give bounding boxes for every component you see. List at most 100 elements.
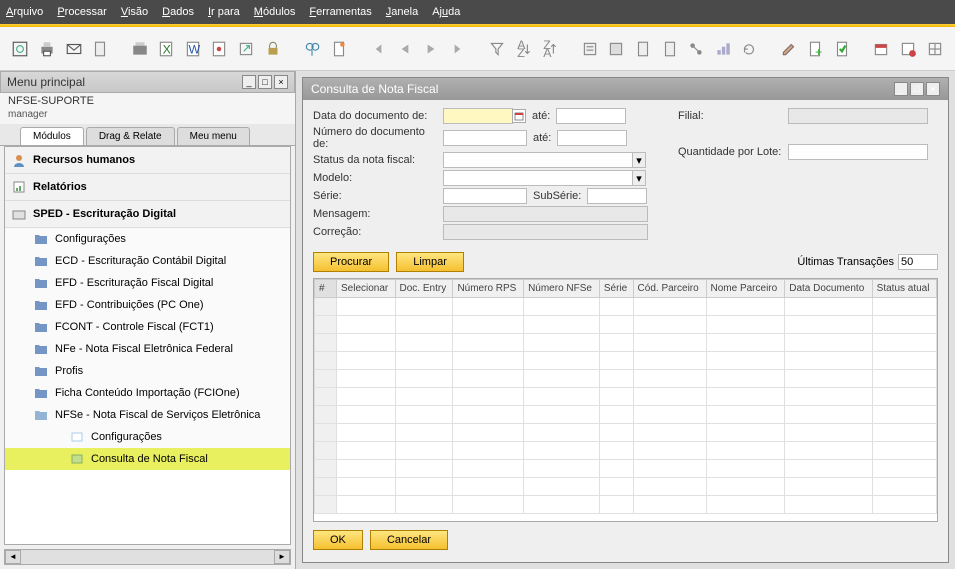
tree-ecd[interactable]: ECD - Escrituração Contábil Digital [5, 250, 290, 272]
table-row[interactable] [315, 370, 937, 388]
launch-icon[interactable] [236, 37, 257, 61]
alert-icon[interactable] [898, 37, 919, 61]
sort-za-icon[interactable]: ZA [540, 37, 561, 61]
minimize-btn[interactable]: _ [242, 75, 256, 89]
input-modelo[interactable] [443, 170, 633, 186]
table-row[interactable] [315, 316, 937, 334]
col-nome-parceiro[interactable]: Nome Parceiro [706, 280, 785, 298]
col-rownum[interactable]: # [315, 280, 337, 298]
first-icon[interactable] [368, 37, 389, 61]
list-icon[interactable] [606, 37, 627, 61]
results-table[interactable]: # Selecionar Doc. Entry Número RPS Númer… [313, 278, 938, 522]
check-doc-icon[interactable] [832, 37, 853, 61]
lock-icon[interactable] [262, 37, 283, 61]
refresh-icon[interactable] [739, 37, 760, 61]
ok-button[interactable]: OK [313, 530, 363, 550]
fax-icon[interactable] [129, 37, 150, 61]
scroll-left-icon[interactable]: ◄ [5, 550, 21, 564]
table-row[interactable] [315, 460, 937, 478]
menu-janela[interactable]: Janela [386, 6, 418, 18]
tree-recursos-humanos[interactable]: Recursos humanos [5, 147, 290, 174]
menu-ajuda[interactable]: Ajuda [432, 6, 460, 18]
table-row[interactable] [315, 388, 937, 406]
table-row[interactable] [315, 496, 937, 514]
menu-modulos[interactable]: Módulos [254, 6, 296, 18]
table-row[interactable] [315, 442, 937, 460]
col-numero-rps[interactable]: Número RPS [453, 280, 524, 298]
col-cod-parceiro[interactable]: Cód. Parceiro [633, 280, 706, 298]
chevron-down-icon[interactable]: ▾ [632, 170, 646, 186]
add-doc-icon[interactable]: + [805, 37, 826, 61]
table-row[interactable] [315, 298, 937, 316]
procurar-button[interactable]: Procurar [313, 252, 389, 272]
col-serie[interactable]: Série [599, 280, 633, 298]
tree-nfe[interactable]: NFe - Nota Fiscal Eletrônica Federal [5, 338, 290, 360]
print-icon[interactable] [37, 37, 58, 61]
word-icon[interactable]: W [182, 37, 203, 61]
tree-efd[interactable]: EFD - Escrituração Fiscal Digital [5, 272, 290, 294]
col-status[interactable]: Status atual [872, 280, 936, 298]
maximize-btn[interactable]: □ [258, 75, 272, 89]
table-row[interactable] [315, 424, 937, 442]
relate-icon[interactable] [686, 37, 707, 61]
tree-ficha[interactable]: Ficha Conteúdo Importação (FCIOne) [5, 382, 290, 404]
tree-efd-contrib[interactable]: EFD - Contribuições (PC One) [5, 294, 290, 316]
edit-icon[interactable] [778, 37, 799, 61]
input-status[interactable] [443, 152, 633, 168]
calendar-icon[interactable] [512, 109, 526, 123]
form-icon[interactable] [579, 37, 600, 61]
pdf-icon[interactable] [209, 37, 230, 61]
tree-relatorios[interactable]: Relatórios [5, 174, 290, 201]
tab-meu-menu[interactable]: Meu menu [177, 127, 250, 145]
close-btn[interactable]: × [274, 75, 288, 89]
grid-icon[interactable] [924, 37, 945, 61]
doc-icon[interactable] [90, 37, 111, 61]
tree-fcont[interactable]: FCONT - Controle Fiscal (FCT1) [5, 316, 290, 338]
cal-icon[interactable] [871, 37, 892, 61]
doc2-icon[interactable] [633, 37, 654, 61]
col-selecionar[interactable]: Selecionar [337, 280, 396, 298]
last-icon[interactable] [447, 37, 468, 61]
menu-processar[interactable]: Processar [57, 6, 107, 18]
chart-icon[interactable] [712, 37, 733, 61]
tree-configuracoes[interactable]: Configurações [5, 228, 290, 250]
menu-arquivo[interactable]: Arquivo [6, 6, 43, 18]
menu-irpara[interactable]: Ir para [208, 6, 240, 18]
input-qtd-lote[interactable] [788, 144, 928, 160]
input-serie[interactable] [443, 188, 527, 204]
form-maximize-btn[interactable]: □ [910, 82, 924, 96]
tab-modulos[interactable]: Módulos [20, 127, 84, 145]
prev-icon[interactable] [394, 37, 415, 61]
tree-nfse[interactable]: NFSe - Nota Fiscal de Serviços Eletrônic… [5, 404, 290, 426]
input-data-doc-ate[interactable] [556, 108, 626, 124]
tree-sped[interactable]: SPED - Escrituração Digital [5, 201, 290, 228]
input-ultimas[interactable] [898, 254, 938, 270]
mail-icon[interactable] [63, 37, 84, 61]
table-row[interactable] [315, 406, 937, 424]
tab-drag-relate[interactable]: Drag & Relate [86, 127, 175, 145]
tree-nfse-consulta[interactable]: Consulta de Nota Fiscal [5, 448, 290, 470]
doc3-icon[interactable] [659, 37, 680, 61]
menu-dados[interactable]: Dados [162, 6, 194, 18]
cancelar-button[interactable]: Cancelar [370, 530, 448, 550]
tree-profis[interactable]: Profis [5, 360, 290, 382]
preview-icon[interactable] [10, 37, 31, 61]
col-docentry[interactable]: Doc. Entry [395, 280, 453, 298]
sort-az-icon[interactable]: AZ [513, 37, 534, 61]
input-subserie[interactable] [587, 188, 647, 204]
find-icon[interactable] [302, 37, 323, 61]
form-close-btn[interactable]: × [926, 82, 940, 96]
excel-icon[interactable]: X [156, 37, 177, 61]
tree-hscroll[interactable]: ◄ ► [4, 549, 291, 565]
new-icon[interactable] [328, 37, 349, 61]
input-data-doc-de[interactable] [443, 108, 513, 124]
chevron-down-icon[interactable]: ▾ [632, 152, 646, 168]
table-row[interactable] [315, 334, 937, 352]
table-row[interactable] [315, 478, 937, 496]
table-row[interactable] [315, 352, 937, 370]
filter-icon[interactable] [487, 37, 508, 61]
col-data-doc[interactable]: Data Documento [785, 280, 872, 298]
input-num-doc-ate[interactable] [557, 130, 627, 146]
limpar-button[interactable]: Limpar [396, 252, 464, 272]
col-numero-nfse[interactable]: Número NFSe [524, 280, 600, 298]
